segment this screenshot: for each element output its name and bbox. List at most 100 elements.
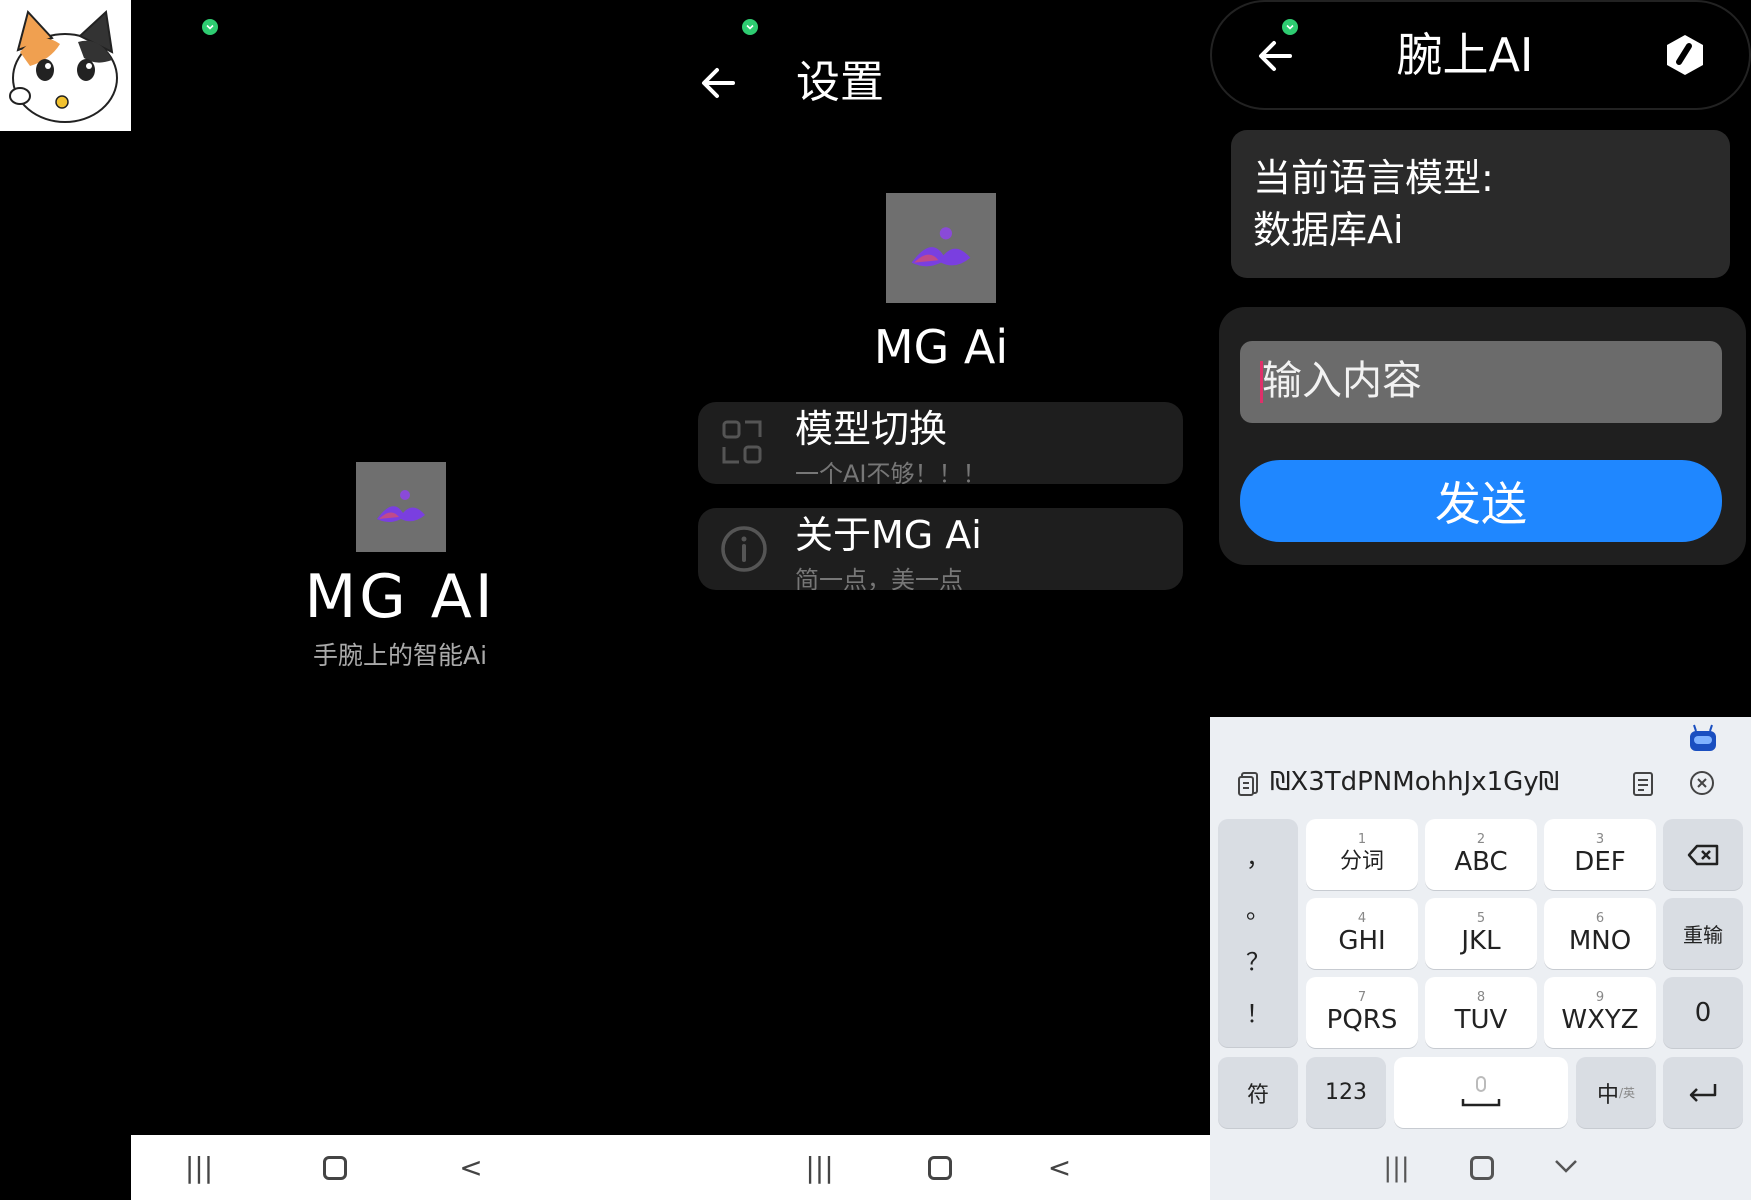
arrow-left-icon — [1259, 41, 1292, 71]
key-number: 7 — [1357, 989, 1367, 1005]
key-label: JKL — [1461, 925, 1501, 956]
hide-keyboard-button[interactable] — [1554, 1158, 1578, 1177]
splash-app-title: MG AI — [304, 562, 496, 632]
lang-sub-label: /英 — [1618, 1086, 1636, 1100]
key-9[interactable]: 9 WXYZ — [1544, 977, 1656, 1048]
status-indicator-icon — [742, 19, 758, 35]
settings-item-about[interactable]: 关于MG Ai 简一点，美一点 — [698, 508, 1183, 590]
key-number: 6 — [1595, 910, 1605, 926]
key-5[interactable]: 5 JKL — [1425, 898, 1537, 969]
key-number: 2 — [1476, 831, 1486, 847]
key-label: GHI — [1338, 925, 1386, 956]
key-number: 8 — [1476, 989, 1486, 1005]
mg-logo-icon — [911, 227, 971, 267]
chat-back-button[interactable] — [1252, 33, 1298, 79]
key-label: TUV — [1454, 1004, 1508, 1035]
back-nav-button[interactable]: < — [441, 1143, 501, 1193]
app-logo — [356, 462, 446, 552]
home-icon — [1469, 1155, 1494, 1180]
key-label: DEF — [1574, 846, 1626, 877]
model-value: 数据库Ai — [1253, 208, 1404, 252]
cat-avatar — [0, 0, 131, 131]
key-label: PQRS — [1326, 1004, 1398, 1035]
keyboard: ₪X3TdPNMohhJx1Gy₪ ， 。 ？ ！ 1 分词 2 ABC 3 DEF … — [1210, 717, 1751, 1200]
punct-comma[interactable]: ， — [1246, 838, 1270, 873]
key-7[interactable]: 7 PQRS — [1306, 977, 1418, 1048]
chat-title: 腕上AI — [1396, 28, 1534, 82]
key-6[interactable]: 6 MNO — [1544, 898, 1656, 969]
arrow-left-icon — [702, 68, 735, 98]
splash-tagline: 手腕上的智能Ai — [312, 641, 488, 670]
zero-key[interactable]: 0 — [1663, 977, 1743, 1048]
message-input[interactable]: 输入内容 — [1240, 341, 1722, 423]
lang-switch-key[interactable]: 中/英 — [1576, 1057, 1656, 1128]
key-1[interactable]: 1 分词 — [1306, 819, 1418, 890]
nav-bar-2: ||| < — [539, 1135, 1210, 1200]
backspace-key[interactable] — [1663, 819, 1743, 890]
punct-question[interactable]: ？ — [1246, 942, 1270, 977]
enter-key[interactable] — [1663, 1057, 1743, 1128]
backspace-icon — [1687, 844, 1719, 865]
key-label: ABC — [1454, 846, 1508, 877]
punct-exclaim[interactable]: ！ — [1246, 994, 1270, 1029]
send-button[interactable]: 发送 — [1240, 460, 1722, 542]
key-number: 3 — [1595, 831, 1605, 847]
settings-item-title: 关于MG Ai — [795, 513, 982, 557]
model-label: 当前语言模型: — [1253, 156, 1494, 200]
key-number: 4 — [1357, 910, 1367, 926]
home-button[interactable] — [910, 1143, 970, 1193]
num123-key[interactable]: 123 — [1306, 1057, 1386, 1128]
nav-bar-1: ||| < — [131, 1135, 539, 1200]
input-placeholder: 输入内容 — [1262, 358, 1422, 404]
symbol-key[interactable]: 符 — [1218, 1057, 1298, 1128]
key-8[interactable]: 8 TUV — [1425, 977, 1537, 1048]
settings-title: 设置 — [796, 57, 884, 108]
key-3[interactable]: 3 DEF — [1544, 819, 1656, 890]
microphone-space-icon — [1461, 1075, 1501, 1106]
status-indicator-icon — [202, 19, 218, 35]
key-label: MNO — [1568, 925, 1632, 956]
punctuation-panel[interactable]: ， 。 ？ ！ — [1218, 819, 1298, 1047]
home-icon — [323, 1155, 347, 1180]
settings-app-logo — [886, 193, 996, 303]
info-icon — [720, 525, 768, 573]
num123-label: 123 — [1325, 1080, 1367, 1105]
zero-label: 0 — [1694, 997, 1712, 1028]
mg-logo-icon — [377, 490, 425, 522]
split-icon[interactable] — [1632, 771, 1654, 797]
chevron-down-icon — [1554, 1160, 1577, 1173]
key-number: 9 — [1595, 989, 1605, 1005]
recent-apps-button[interactable]: ||| — [790, 1143, 850, 1193]
home-button[interactable] — [305, 1143, 365, 1193]
recent-apps-button[interactable]: ||| — [1383, 1153, 1409, 1183]
key-label: WXYZ — [1561, 1004, 1639, 1035]
key-number: 1 — [1357, 831, 1367, 847]
recent-apps-button[interactable]: ||| — [169, 1143, 229, 1193]
key-4[interactable]: 4 GHI — [1306, 898, 1418, 969]
home-button[interactable] — [1469, 1155, 1494, 1180]
back-nav-button[interactable]: < — [1030, 1143, 1090, 1193]
send-label: 发送 — [1435, 477, 1527, 531]
keyboard-robot-icon[interactable] — [1688, 723, 1718, 753]
close-suggestion-icon[interactable] — [1689, 770, 1715, 796]
space-key[interactable] — [1394, 1057, 1568, 1128]
model-switch-icon — [722, 420, 762, 464]
punct-period[interactable]: 。 — [1246, 890, 1270, 925]
settings-item-model-switch[interactable]: 模型切换 一个AI不够！！！ — [698, 402, 1183, 484]
settings-button[interactable] — [1662, 32, 1708, 78]
nav-bar-3: ||| — [1210, 1135, 1751, 1200]
model-info-card: 当前语言模型: 数据库Ai — [1231, 130, 1730, 278]
settings-item-subtitle: 简一点，美一点 — [795, 566, 963, 590]
home-icon — [927, 1155, 952, 1180]
clipboard-icon[interactable] — [1238, 771, 1260, 797]
reinput-label: 重输 — [1683, 923, 1723, 947]
key-label: 分词 — [1339, 848, 1384, 874]
cat-image — [9, 9, 118, 123]
settings-back-button[interactable] — [695, 60, 741, 106]
clipboard-suggestion[interactable]: ₪X3TdPNMohhJx1Gy₪ — [1270, 767, 1559, 797]
settings-item-subtitle: 一个AI不够！！！ — [795, 460, 987, 484]
symbol-label: 符 — [1246, 1082, 1269, 1108]
lang-label: 中 — [1596, 1082, 1619, 1108]
reinput-key[interactable]: 重输 — [1663, 898, 1743, 969]
key-2[interactable]: 2 ABC — [1425, 819, 1537, 890]
